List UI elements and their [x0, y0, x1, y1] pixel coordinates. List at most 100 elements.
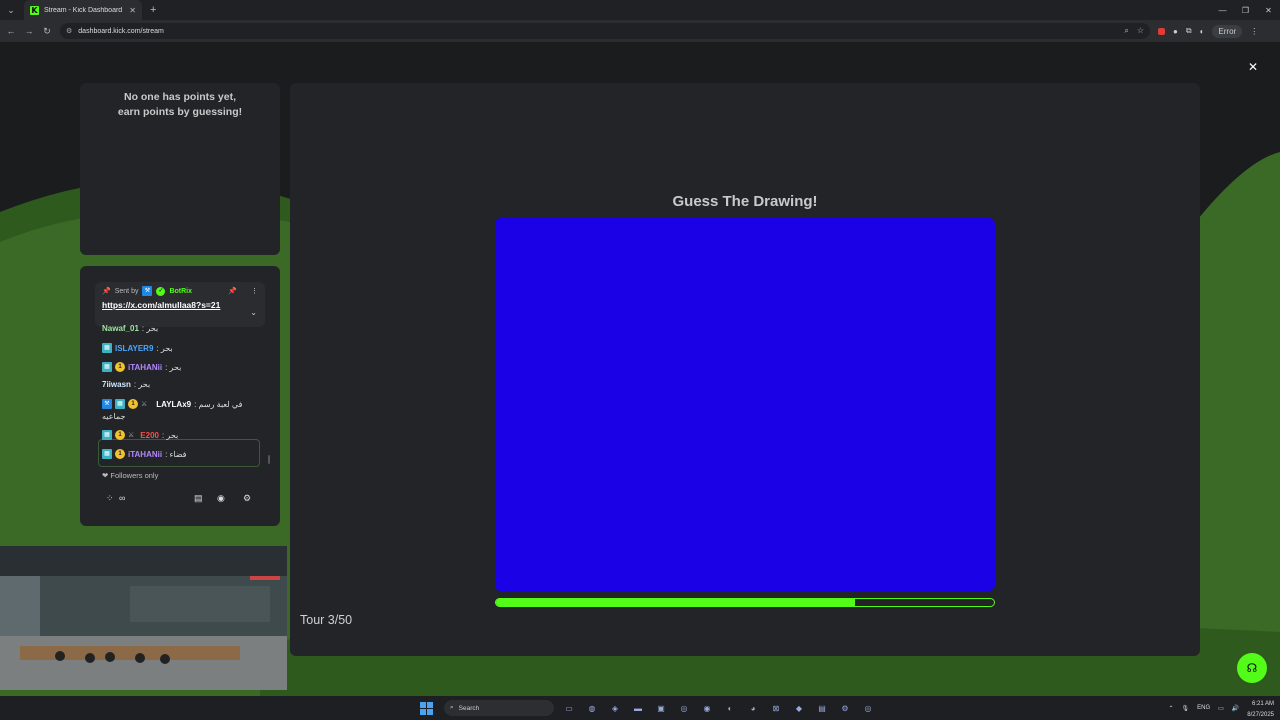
taskbar-search[interactable]: ⌕ Search	[444, 700, 554, 716]
chat-message[interactable]: 7iiwasn : بحر	[102, 380, 150, 389]
teams-icon[interactable]: ◈	[607, 700, 623, 716]
zoom-icon[interactable]: ⌕	[1124, 26, 1128, 36]
chat-username[interactable]: LAYLAx9	[156, 400, 191, 409]
discord-icon[interactable]: ◍	[584, 700, 600, 716]
pinned-sender[interactable]: BotRix	[169, 288, 192, 295]
file-explorer-icon[interactable]: ▬	[630, 700, 646, 716]
steam2-icon[interactable]: ◎	[860, 700, 876, 716]
task-view-icon[interactable]: ▭	[561, 700, 577, 716]
profile-icon[interactable]: ◐	[1200, 27, 1205, 36]
clock-date: 8/27/2025	[1247, 712, 1274, 718]
unpin-icon[interactable]: 📌	[228, 287, 237, 295]
taskbar-search-label: Search	[458, 704, 480, 712]
start-windows-icon[interactable]	[420, 701, 433, 715]
points-icon[interactable]: ⁘	[106, 493, 114, 504]
chat-text: : بحر	[133, 380, 151, 389]
steam-icon[interactable]: ◎	[676, 700, 692, 716]
error-button[interactable]: Error	[1212, 24, 1243, 38]
address-bar[interactable]: ⚙ dashboard.kick.com/stream ⌕ ☆	[60, 23, 1150, 39]
gift-badge-icon: 1	[115, 449, 125, 459]
tab-close-icon[interactable]: ✕	[129, 6, 136, 15]
mic-icon[interactable]: 🎙	[1182, 705, 1190, 712]
chat-username[interactable]: iTAHANii	[128, 450, 162, 459]
new-tab-icon[interactable]: +	[150, 4, 156, 16]
chat-username[interactable]: E200	[140, 431, 159, 440]
close-icon[interactable]: ✕	[1248, 60, 1258, 74]
window-close-icon[interactable]: ✕	[1257, 0, 1280, 20]
pin-icon: 📌	[102, 288, 111, 295]
extensions-puzzle-icon[interactable]: ⧉	[1186, 26, 1192, 36]
store-icon[interactable]: ▣	[653, 700, 669, 716]
leaderboard-empty-line2: earn points by guessing!	[117, 106, 243, 118]
edge-icon[interactable]: ◐	[722, 700, 738, 716]
chrome-icon[interactable]: ◕	[745, 700, 761, 716]
gift-badge-icon: 1	[128, 399, 138, 409]
tab-search-icon[interactable]: ⌄	[2, 1, 20, 19]
infinity-icon[interactable]: ∞	[119, 493, 125, 503]
volume-icon[interactable]: 🔊	[1232, 705, 1239, 712]
pinned-more-icon[interactable]: ⋮	[251, 287, 258, 295]
network-icon[interactable]: ▭	[1218, 705, 1224, 712]
xbox-icon[interactable]: ⊠	[768, 700, 784, 716]
clock-time: 6:21 AM	[1251, 701, 1274, 707]
search-icon: ⌕	[450, 704, 454, 711]
support-chat-button[interactable]: ☊	[1237, 653, 1267, 683]
chat-message[interactable]: Nawaf_01 : بحر	[102, 324, 158, 333]
chat-text: : بحر	[156, 343, 173, 353]
tray-chevron-icon[interactable]: ⌃	[1168, 705, 1173, 712]
verified-badge-icon: ✓	[156, 286, 166, 296]
settings-gear-icon[interactable]: ⚙	[243, 493, 251, 504]
clock[interactable]: 6:21 AM 8/27/2025	[1247, 697, 1274, 719]
subscriber-badge-icon: ▦	[102, 430, 112, 440]
stream-preview[interactable]	[0, 546, 287, 690]
back-icon[interactable]: ←	[4, 24, 18, 38]
chat-text: : فضاء	[165, 449, 187, 459]
chat-username[interactable]: ISLAYER9	[115, 344, 153, 353]
emote-icon[interactable]: ◉	[217, 493, 225, 504]
site-info-icon[interactable]: ⚙	[66, 27, 72, 35]
chat-username[interactable]: Nawaf_01	[102, 324, 139, 333]
drawing-canvas[interactable]	[495, 218, 995, 591]
tab-title: Stream - Kick Dashboard	[44, 6, 123, 14]
chat-message[interactable]: ⚒ ▦ 1 ⚔ LAYLAx9 : في لعبة رسم	[102, 399, 242, 409]
language-indicator[interactable]: ENG	[1197, 705, 1210, 711]
round-counter: Tour 3/50	[300, 613, 353, 627]
url-text: dashboard.kick.com/stream	[78, 27, 164, 35]
browser-toolbar: ← → ↻ ⚙ dashboard.kick.com/stream ⌕ ☆ ● …	[0, 20, 1280, 42]
remote-icon[interactable]: ▤	[814, 700, 830, 716]
bot-badge-icon: ⚒	[142, 286, 153, 296]
forward-icon[interactable]: →	[22, 24, 36, 38]
chat-message[interactable]: ▦ 1 iTAHANii : فضاء	[102, 449, 187, 459]
reload-icon[interactable]: ↻	[40, 24, 54, 38]
chat-username[interactable]: 7iiwasn	[102, 380, 131, 389]
settings-icon[interactable]: ⚙	[837, 700, 853, 716]
round-timer-fill	[496, 599, 855, 606]
chat-message[interactable]: ▦ 1 ⚔ E200 : بحر	[102, 430, 178, 440]
browser-tab-bar: ⌄ K Stream - Kick Dashboard ✕ + — ❐ ✕	[0, 0, 1280, 20]
chevron-down-icon[interactable]: ⌄	[250, 308, 257, 317]
minimize-icon[interactable]: —	[1211, 0, 1234, 20]
obs-icon[interactable]: ◉	[699, 700, 715, 716]
chat-message[interactable]: ▦ 1 iTAHANii : بحر	[102, 362, 181, 372]
extension-red-icon[interactable]	[1158, 27, 1165, 35]
chat-scrollbar[interactable]	[268, 455, 270, 464]
kick-favicon-icon: K	[30, 5, 39, 15]
heart-icon: ❤	[102, 471, 109, 480]
extension-shield-icon[interactable]: ●	[1173, 27, 1178, 36]
sword-icon: ⚔	[141, 401, 148, 408]
sword-icon: ⚔	[128, 432, 135, 439]
game-title: Guess The Drawing!	[672, 193, 818, 210]
bookmark-star-icon[interactable]: ☆	[1137, 26, 1144, 36]
pinned-link[interactable]: https://x.com/almullaa8?s=21	[102, 300, 258, 310]
moderator-badge-icon: ⚒	[102, 399, 112, 409]
subscriber-badge-icon: ▦	[115, 399, 125, 409]
maximize-icon[interactable]: ❐	[1234, 0, 1257, 20]
lock-icon[interactable]: ▤	[194, 493, 203, 504]
more-menu-icon[interactable]: ⋮	[1250, 27, 1258, 36]
pinned-message[interactable]: 📌 Sent by ⚒ ✓ BotRix 📌 ⋮ https://x.com/a…	[95, 282, 265, 327]
app-red-icon[interactable]: ◆	[791, 700, 807, 716]
chat-username[interactable]: iTAHANii	[128, 363, 162, 372]
followers-only-notice: ❤ Followers only	[102, 471, 158, 480]
chat-message[interactable]: ▦ ISLAYER9 : بحر	[102, 343, 173, 353]
browser-tab[interactable]: K Stream - Kick Dashboard ✕	[24, 0, 142, 20]
